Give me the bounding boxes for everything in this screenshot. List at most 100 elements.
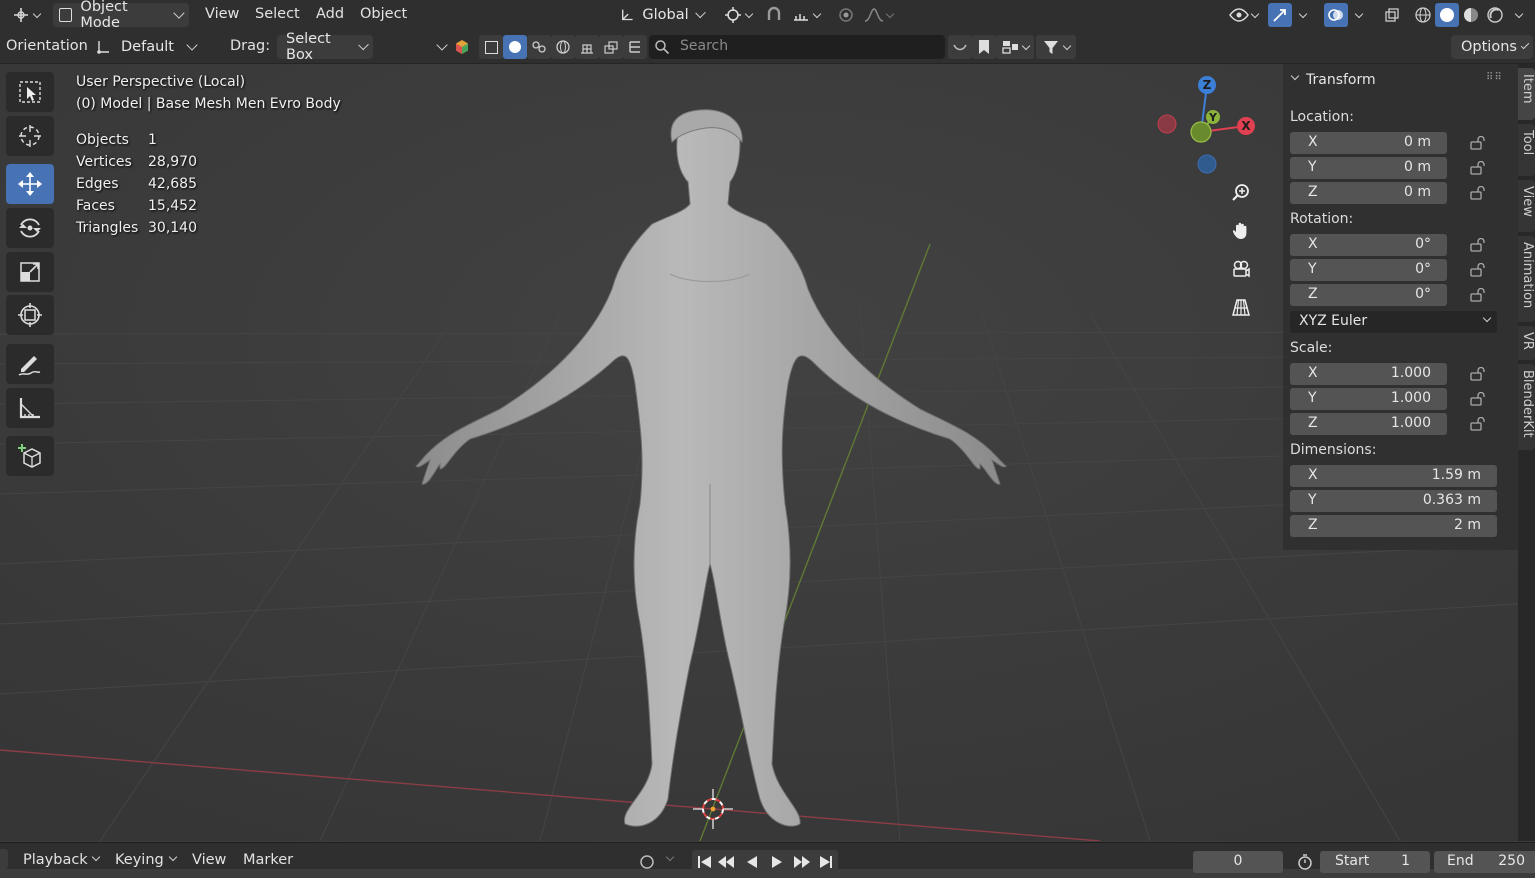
tab-blenderkit[interactable]: BlenderKit xyxy=(1518,364,1535,450)
overlays-dropdown[interactable] xyxy=(1350,3,1368,27)
select-mode-new[interactable] xyxy=(479,35,503,59)
lock-open-icon[interactable] xyxy=(1470,392,1486,406)
jump-start-icon[interactable] xyxy=(698,856,711,868)
tab-vr[interactable]: VR xyxy=(1518,326,1535,360)
proportional-edit-toggle[interactable] xyxy=(834,3,858,27)
editor-type-button[interactable] xyxy=(8,3,44,27)
tool-add-cube[interactable] xyxy=(6,436,54,476)
lock-open-icon[interactable] xyxy=(1470,263,1486,277)
start-frame-field[interactable]: Start 1 xyxy=(1320,851,1430,873)
tool-settings-bar: Orientation: Default Drag: Select Box Se… xyxy=(0,31,1535,64)
jump-end-icon[interactable] xyxy=(820,856,832,868)
preview-range-toggle[interactable] xyxy=(1293,850,1317,874)
tool-transform[interactable] xyxy=(6,295,54,335)
lock-open-icon[interactable] xyxy=(1470,417,1486,431)
auto-keying-toggle[interactable] xyxy=(635,850,659,874)
lock-open-icon[interactable] xyxy=(1470,288,1486,302)
lock-open-icon[interactable] xyxy=(1470,186,1486,200)
shading-wireframe-button[interactable] xyxy=(1411,3,1435,27)
snap-target-button[interactable] xyxy=(788,3,824,27)
tool-select-box[interactable] xyxy=(6,72,54,112)
pivot-point-button[interactable] xyxy=(720,3,756,27)
shading-dropdown[interactable] xyxy=(1508,3,1530,27)
filter-button[interactable] xyxy=(1036,35,1076,59)
gizmo-toggle[interactable] xyxy=(1268,3,1292,27)
scale-z-field[interactable]: Z 1.000 xyxy=(1290,413,1447,435)
rotation-x-field[interactable]: X 0° xyxy=(1290,234,1447,256)
tab-tool[interactable]: Tool xyxy=(1518,124,1535,176)
shading-material-button[interactable] xyxy=(1459,3,1483,27)
snap-toggle[interactable] xyxy=(762,3,786,27)
menu-marker[interactable]: Marker xyxy=(243,852,293,868)
play-reverse-icon[interactable] xyxy=(747,856,757,868)
dimensions-z-field[interactable]: Z 2 m xyxy=(1290,515,1497,537)
menu-view[interactable]: View xyxy=(192,852,226,868)
search-field[interactable]: Search xyxy=(649,35,945,59)
rotation-y-field[interactable]: Y 0° xyxy=(1290,259,1447,281)
zoom-button[interactable] xyxy=(1226,178,1256,208)
current-frame-field[interactable]: 0 xyxy=(1193,851,1283,873)
tool-cursor[interactable] xyxy=(6,116,54,156)
menu-select[interactable]: Select xyxy=(255,6,300,22)
affect-only-button[interactable] xyxy=(599,35,623,59)
prev-keyframe-icon[interactable] xyxy=(718,856,734,868)
transform-panel-header[interactable]: Transform ⠿⠿ xyxy=(1283,70,1518,92)
xray-toggle[interactable] xyxy=(1380,3,1404,27)
transform-orientation-dropdown[interactable]: Global xyxy=(614,3,710,27)
rotation-mode-dropdown[interactable]: XYZ Euler xyxy=(1290,311,1497,333)
scale-y-field[interactable]: Y 1.000 xyxy=(1290,388,1447,410)
proportional-falloff-button[interactable] xyxy=(860,3,896,27)
location-x-field[interactable]: X 0 m xyxy=(1290,132,1447,154)
select-mode-subtract[interactable] xyxy=(527,35,551,59)
lock-open-icon[interactable] xyxy=(1470,161,1486,175)
mode-dropdown[interactable]: Object Mode xyxy=(53,0,189,31)
pan-button[interactable] xyxy=(1226,216,1256,246)
lock-open-icon[interactable] xyxy=(1470,367,1486,381)
collection-filter-dropdown[interactable] xyxy=(432,35,452,59)
perspective-toggle-button[interactable] xyxy=(1226,292,1256,322)
bookmark-button[interactable] xyxy=(972,35,996,59)
menu-playback[interactable]: Playback xyxy=(23,852,88,868)
rotation-z-field[interactable]: Z 0° xyxy=(1290,284,1447,306)
location-y-field[interactable]: Y 0 m xyxy=(1290,157,1447,179)
select-mode-extend[interactable] xyxy=(503,35,527,59)
location-z-field[interactable]: Z 0 m xyxy=(1290,182,1447,204)
tab-view[interactable]: View xyxy=(1518,180,1535,232)
tool-annotate[interactable] xyxy=(6,344,54,384)
menu-add[interactable]: Add xyxy=(316,6,344,22)
editor-type-stub[interactable] xyxy=(0,849,8,869)
tool-rotate[interactable] xyxy=(6,208,54,248)
dimensions-x-field[interactable]: X 1.59 m xyxy=(1290,465,1497,487)
gizmo-dropdown[interactable] xyxy=(1294,3,1312,27)
options-stack-button[interactable] xyxy=(623,35,647,59)
scale-x-field[interactable]: X 1.000 xyxy=(1290,363,1447,385)
visibility-button[interactable] xyxy=(1225,3,1261,27)
next-keyframe-icon[interactable] xyxy=(794,856,810,868)
dimensions-y-field[interactable]: Y 0.363 m xyxy=(1290,490,1497,512)
tab-item[interactable]: Item xyxy=(1518,68,1535,120)
shading-solid-button[interactable] xyxy=(1435,3,1459,27)
tool-scale[interactable] xyxy=(6,252,54,292)
lock-open-icon[interactable] xyxy=(1470,136,1486,150)
end-frame-field[interactable]: End 250 xyxy=(1434,851,1535,873)
select-mode-intersect[interactable] xyxy=(575,35,599,59)
orientation-dropdown[interactable]: Default xyxy=(89,35,213,59)
tool-measure[interactable] xyxy=(6,388,54,428)
tool-move[interactable] xyxy=(6,164,54,204)
connection-toggle[interactable] xyxy=(948,35,972,59)
select-mode-invert[interactable] xyxy=(551,35,575,59)
shading-rendered-button[interactable] xyxy=(1483,3,1507,27)
tab-animation[interactable]: Animation xyxy=(1518,236,1535,322)
menu-object[interactable]: Object xyxy=(360,6,407,22)
menu-keying[interactable]: Keying xyxy=(115,852,164,868)
overlays-toggle[interactable] xyxy=(1324,3,1348,27)
drag-dropdown[interactable]: Select Box xyxy=(277,31,373,63)
lock-open-icon[interactable] xyxy=(1470,238,1486,252)
camera-view-button[interactable] xyxy=(1226,254,1256,284)
options-dropdown[interactable]: Options xyxy=(1451,35,1533,59)
display-mode-button[interactable] xyxy=(996,35,1034,59)
play-icon[interactable] xyxy=(772,856,782,868)
color-tag-button[interactable] xyxy=(450,35,474,59)
drag-handle-icon[interactable]: ⠿⠿ xyxy=(1486,72,1503,83)
menu-view[interactable]: View xyxy=(205,6,239,22)
